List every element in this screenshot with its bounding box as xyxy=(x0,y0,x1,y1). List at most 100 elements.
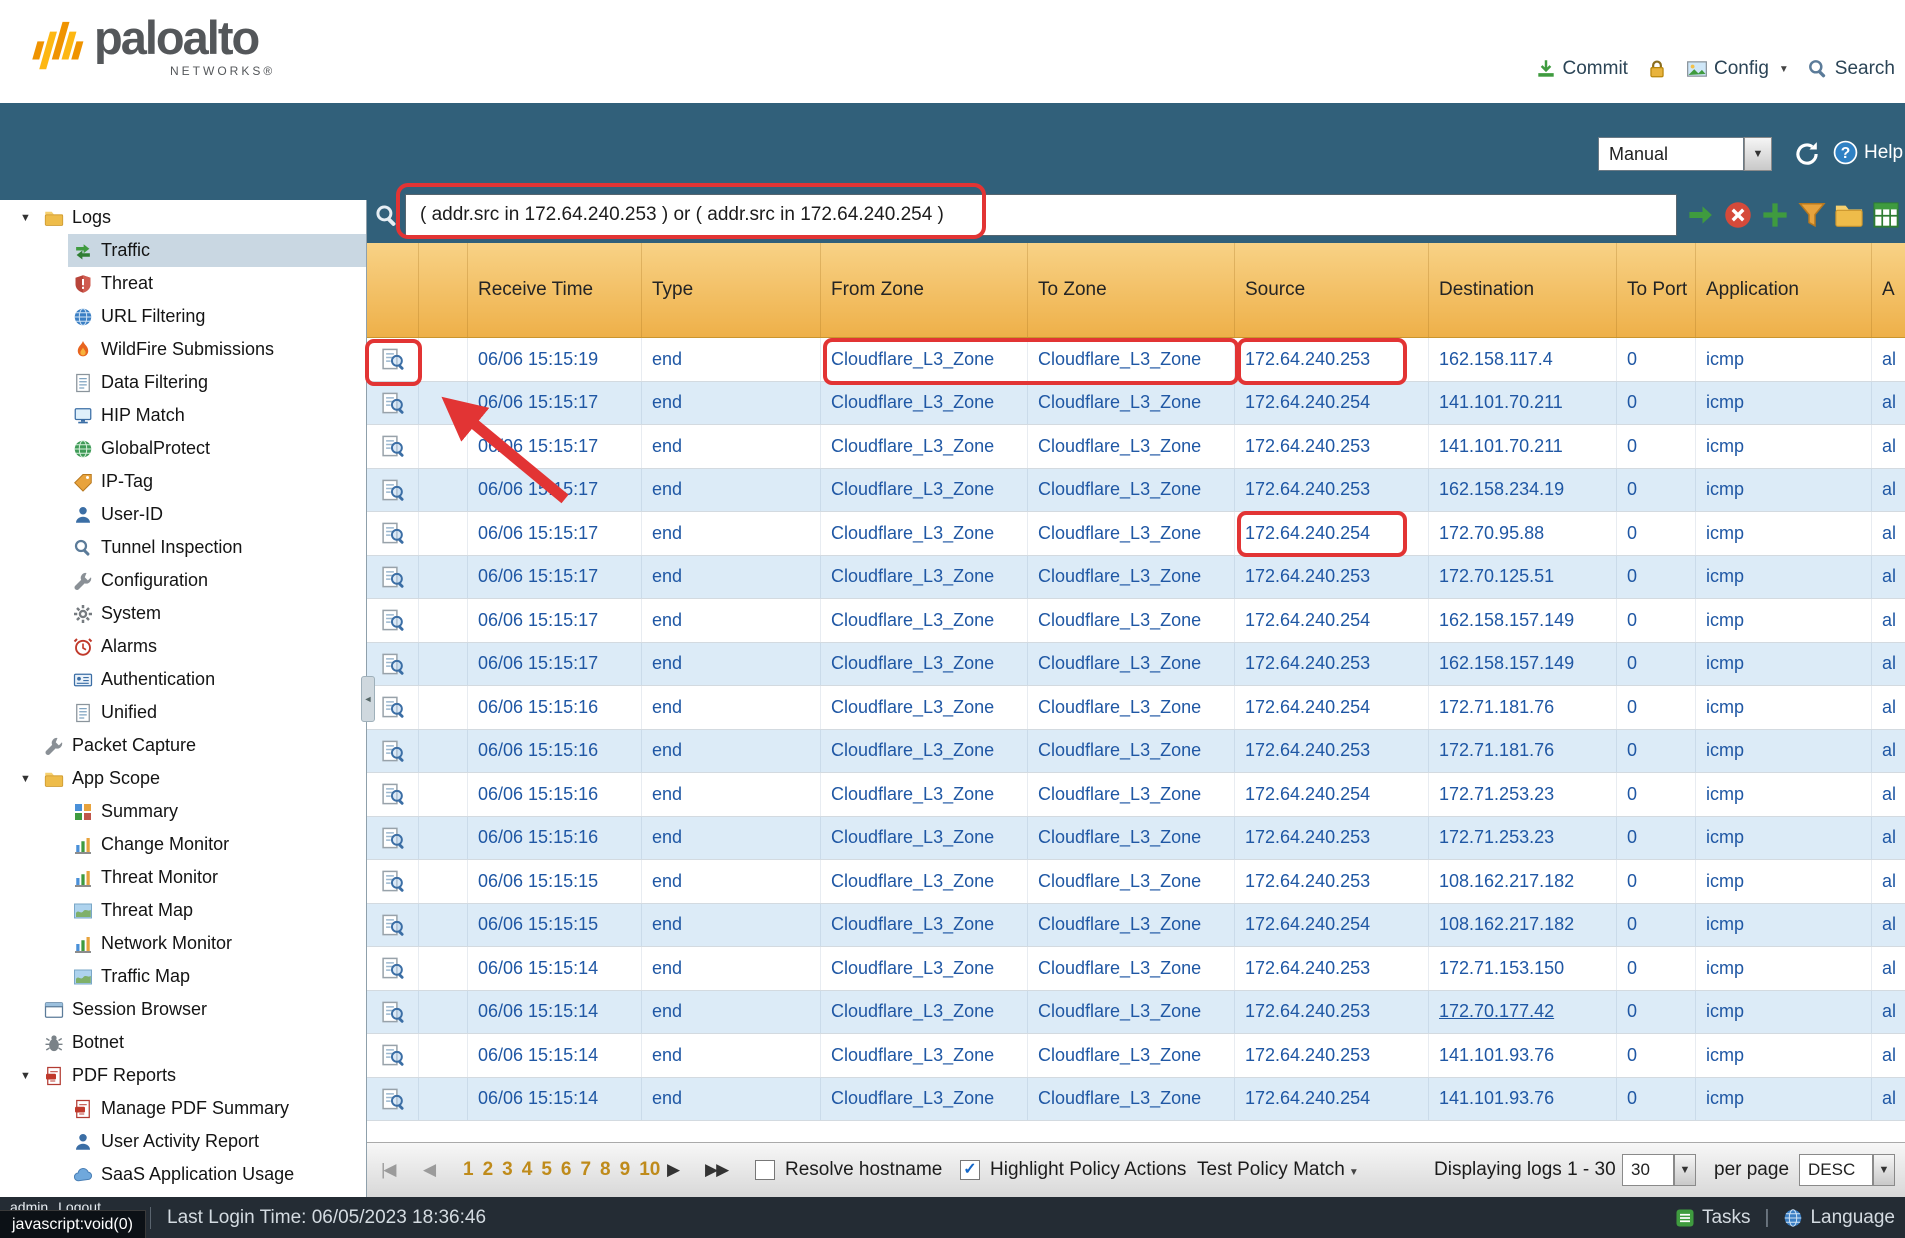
cell-action[interactable]: al xyxy=(1872,382,1905,425)
cell-from-zone[interactable]: Cloudflare_L3_Zone xyxy=(821,599,1028,642)
cell-action[interactable]: al xyxy=(1872,730,1905,773)
sidebar-item-authentication[interactable]: Authentication xyxy=(0,663,366,696)
cell-to-zone[interactable]: Cloudflare_L3_Zone xyxy=(1028,947,1235,990)
test-policy-match-button[interactable]: Test Policy Match xyxy=(1197,1159,1359,1181)
log-detail-icon[interactable] xyxy=(381,1043,405,1067)
cell-type[interactable]: end xyxy=(642,599,821,642)
cell-type[interactable]: end xyxy=(642,512,821,555)
column-header-to-port[interactable]: To Port xyxy=(1617,243,1696,337)
sidebar-item-user-activity-report[interactable]: User Activity Report xyxy=(0,1125,366,1158)
cell-to-zone[interactable]: Cloudflare_L3_Zone xyxy=(1028,860,1235,903)
cell-destination[interactable]: 162.158.234.19 xyxy=(1429,469,1617,512)
sidebar-item-manage-pdf-summary[interactable]: Manage PDF Summary xyxy=(0,1092,366,1125)
clear-filter-icon[interactable] xyxy=(1723,200,1753,230)
cell-type[interactable]: end xyxy=(642,817,821,860)
log-detail-icon[interactable] xyxy=(381,913,405,937)
column-header-type[interactable]: Type xyxy=(642,243,821,337)
cell-application[interactable]: icmp xyxy=(1696,991,1872,1034)
sidebar-item-app-scope[interactable]: App Scope xyxy=(0,762,366,795)
cell-action[interactable]: al xyxy=(1872,773,1905,816)
cell-destination[interactable]: 172.71.153.150 xyxy=(1429,947,1617,990)
log-detail-icon[interactable] xyxy=(381,1087,405,1111)
refresh-icon[interactable] xyxy=(1793,140,1821,168)
cell-action[interactable]: al xyxy=(1872,556,1905,599)
cell-application[interactable]: icmp xyxy=(1696,686,1872,729)
cell-type[interactable]: end xyxy=(642,904,821,947)
cell-from-zone[interactable]: Cloudflare_L3_Zone xyxy=(821,817,1028,860)
page-number[interactable]: 9 xyxy=(620,1159,631,1181)
sidebar-item-threat-monitor[interactable]: Threat Monitor xyxy=(0,861,366,894)
column-header-receive-time[interactable]: Receive Time xyxy=(468,243,642,337)
cell-to-zone[interactable]: Cloudflare_L3_Zone xyxy=(1028,991,1235,1034)
cell-source[interactable]: 172.64.240.254 xyxy=(1235,1078,1429,1121)
cell-type[interactable]: end xyxy=(642,991,821,1034)
cell-type[interactable]: end xyxy=(642,730,821,773)
cell-from-zone[interactable]: Cloudflare_L3_Zone xyxy=(821,382,1028,425)
cell-source[interactable]: 172.64.240.253 xyxy=(1235,469,1429,512)
sidebar-item-logs[interactable]: Logs xyxy=(0,201,366,234)
sort-order-dropdown-arrow[interactable] xyxy=(1873,1154,1895,1186)
cell-to-zone[interactable]: Cloudflare_L3_Zone xyxy=(1028,556,1235,599)
cell-to-zone[interactable]: Cloudflare_L3_Zone xyxy=(1028,599,1235,642)
cell-source[interactable]: 172.64.240.253 xyxy=(1235,991,1429,1034)
cell-application[interactable]: icmp xyxy=(1696,730,1872,773)
cell-action[interactable]: al xyxy=(1872,469,1905,512)
page-number[interactable]: 1 xyxy=(463,1159,474,1181)
cell-from-zone[interactable]: Cloudflare_L3_Zone xyxy=(821,512,1028,555)
cell-application[interactable]: icmp xyxy=(1696,382,1872,425)
cell-source[interactable]: 172.64.240.254 xyxy=(1235,599,1429,642)
cell-application[interactable]: icmp xyxy=(1696,643,1872,686)
sidebar-item-session-browser[interactable]: Session Browser xyxy=(0,993,366,1026)
sidebar-item-wildfire-submissions[interactable]: WildFire Submissions xyxy=(0,333,366,366)
sidebar-item-alarms[interactable]: Alarms xyxy=(0,630,366,663)
cell-source[interactable]: 172.64.240.254 xyxy=(1235,904,1429,947)
cell-to-port[interactable]: 0 xyxy=(1617,817,1696,860)
sidebar-item-pdf-reports[interactable]: PDF Reports xyxy=(0,1059,366,1092)
cell-destination[interactable]: 108.162.217.182 xyxy=(1429,860,1617,903)
log-detail-icon[interactable] xyxy=(381,739,405,763)
cell-application[interactable]: icmp xyxy=(1696,1034,1872,1077)
cell-action[interactable]: al xyxy=(1872,991,1905,1034)
cell-destination[interactable]: 162.158.157.149 xyxy=(1429,599,1617,642)
refresh-mode-dropdown-arrow[interactable] xyxy=(1744,137,1772,171)
cell-action[interactable]: al xyxy=(1872,860,1905,903)
page-number[interactable]: 8 xyxy=(600,1159,611,1181)
cell-to-zone[interactable]: Cloudflare_L3_Zone xyxy=(1028,469,1235,512)
search-button[interactable]: Search xyxy=(1807,58,1895,80)
page-number[interactable]: 7 xyxy=(580,1159,591,1181)
cell-to-zone[interactable]: Cloudflare_L3_Zone xyxy=(1028,773,1235,816)
cell-type[interactable]: end xyxy=(642,338,821,381)
log-detail-icon[interactable] xyxy=(381,826,405,850)
cell-action[interactable]: al xyxy=(1872,338,1905,381)
prev-page-icon[interactable]: ◀ xyxy=(423,1160,434,1180)
cell-to-port[interactable]: 0 xyxy=(1617,904,1696,947)
cell-application[interactable]: icmp xyxy=(1696,947,1872,990)
cell-action[interactable]: al xyxy=(1872,817,1905,860)
cell-to-port[interactable]: 0 xyxy=(1617,1034,1696,1077)
cell-type[interactable]: end xyxy=(642,1078,821,1121)
cell-application[interactable]: icmp xyxy=(1696,1078,1872,1121)
sidebar-item-ip-tag[interactable]: IP-Tag xyxy=(0,465,366,498)
cell-to-zone[interactable]: Cloudflare_L3_Zone xyxy=(1028,512,1235,555)
cell-destination[interactable]: 108.162.217.182 xyxy=(1429,904,1617,947)
column-header-application[interactable]: Application xyxy=(1696,243,1872,337)
cell-to-zone[interactable]: Cloudflare_L3_Zone xyxy=(1028,904,1235,947)
next-page-icon[interactable]: ▶ xyxy=(667,1160,678,1180)
cell-application[interactable]: icmp xyxy=(1696,512,1872,555)
cell-to-port[interactable]: 0 xyxy=(1617,991,1696,1034)
cell-from-zone[interactable]: Cloudflare_L3_Zone xyxy=(821,338,1028,381)
expander-triangle-icon[interactable] xyxy=(20,1070,44,1082)
cell-destination[interactable]: 141.101.93.76 xyxy=(1429,1078,1617,1121)
sidebar-item-summary[interactable]: Summary xyxy=(0,795,366,828)
cell-type[interactable]: end xyxy=(642,425,821,468)
sidebar-item-url-filtering[interactable]: URL Filtering xyxy=(0,300,366,333)
sidebar-item-packet-capture[interactable]: Packet Capture xyxy=(0,729,366,762)
cell-to-zone[interactable]: Cloudflare_L3_Zone xyxy=(1028,643,1235,686)
cell-to-port[interactable]: 0 xyxy=(1617,947,1696,990)
per-page-dropdown-arrow[interactable] xyxy=(1674,1154,1696,1186)
log-detail-icon[interactable] xyxy=(381,869,405,893)
log-detail-icon[interactable] xyxy=(381,565,405,589)
cell-source[interactable]: 172.64.240.253 xyxy=(1235,338,1429,381)
cell-source[interactable]: 172.64.240.254 xyxy=(1235,686,1429,729)
cell-type[interactable]: end xyxy=(642,382,821,425)
